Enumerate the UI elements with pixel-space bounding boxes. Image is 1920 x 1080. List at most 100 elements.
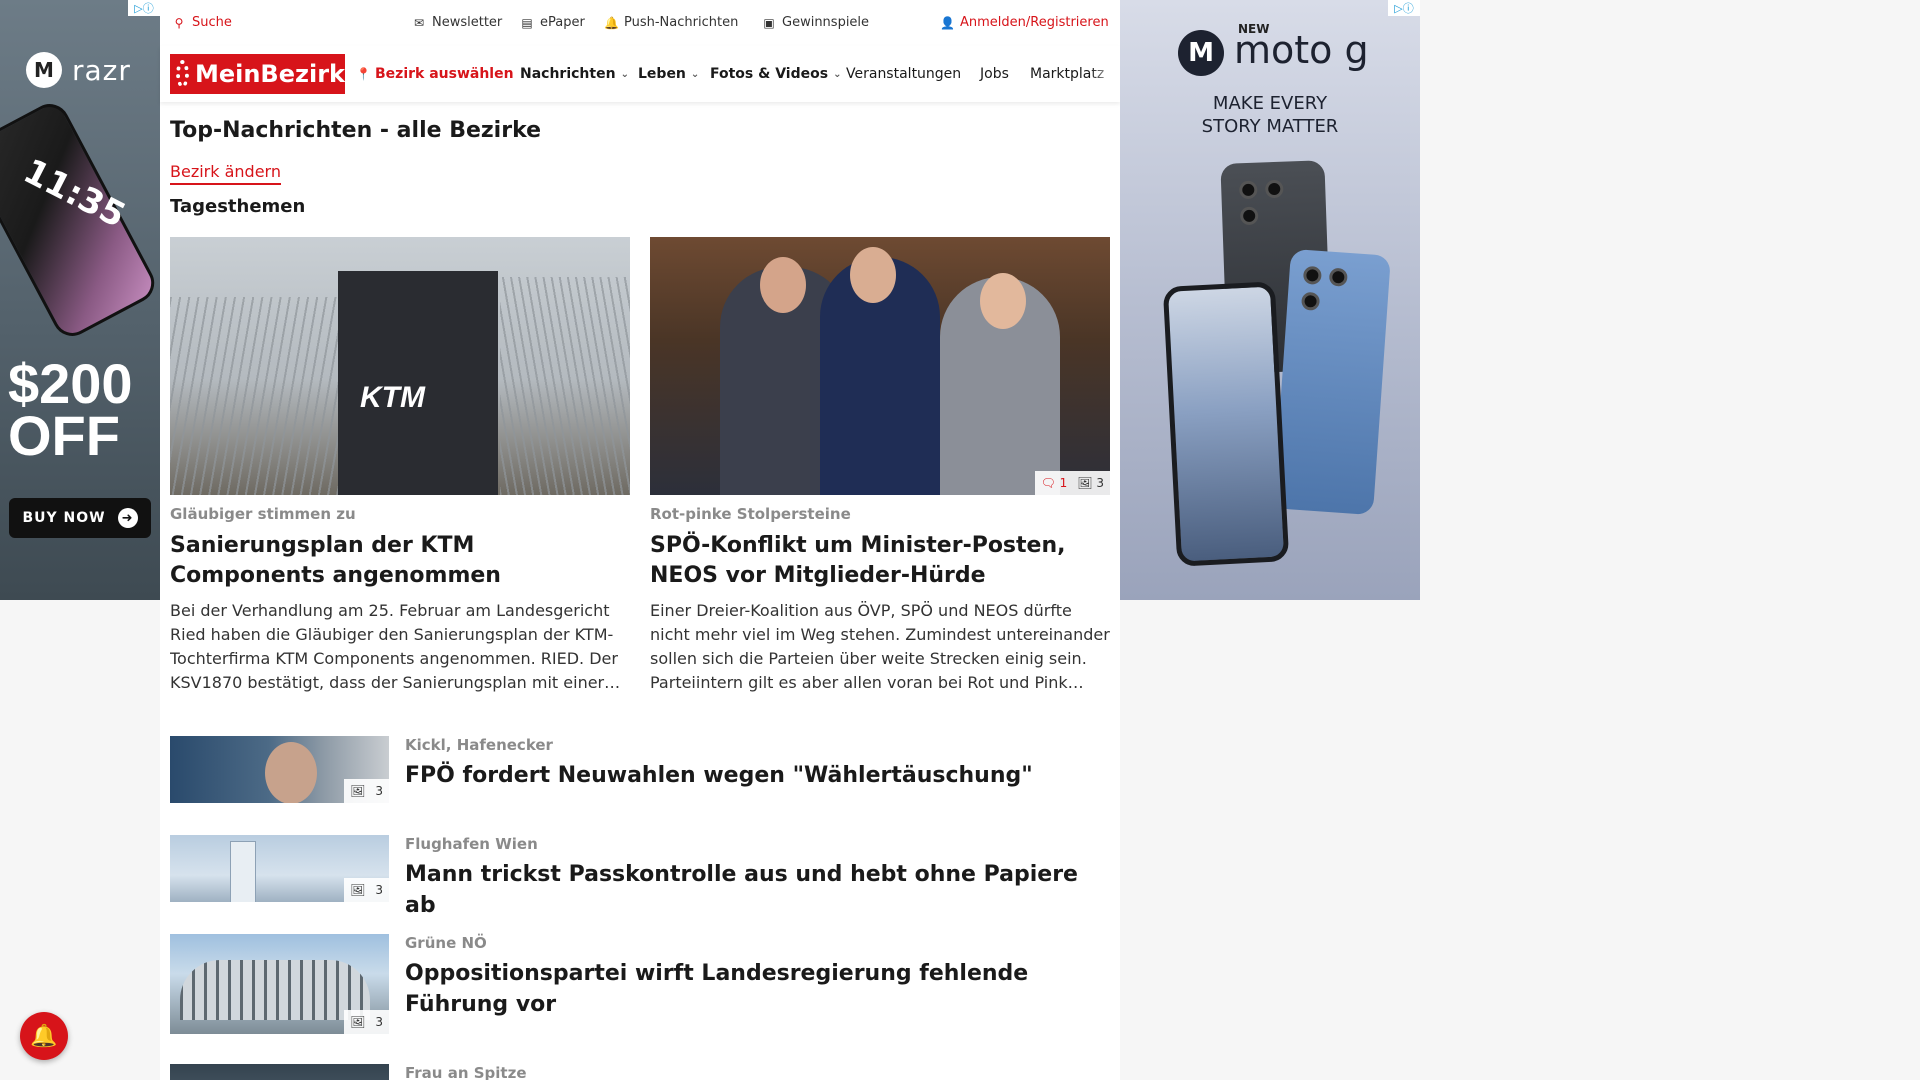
search-icon: ⚲ [174, 15, 184, 30]
camera-icon [1328, 267, 1348, 287]
bezirk-select-button[interactable]: 📍 Bezirk auswählen [356, 66, 514, 82]
newsletter-label: Newsletter [432, 15, 503, 30]
camera-icon [1264, 179, 1284, 199]
media-badge: 🖼 3 [344, 779, 389, 803]
article-card[interactable]: 🗨 1 🖼 3 Rot-pinke Stolpersteine SPÖ-Konf… [650, 237, 1110, 695]
adchoices-icon[interactable]: ▷ⓘ [128, 0, 160, 16]
article-teaser: Einer Dreier-Koalition aus ÖVP, SPÖ und … [650, 601, 1110, 692]
gewinnspiele-label: Gewinnspiele [782, 15, 870, 30]
chevron-down-icon: ⌄ [833, 68, 842, 80]
bezirk-select-label: Bezirk auswählen [375, 66, 514, 82]
ad-tagline-line: STORY MATTER [1201, 116, 1339, 137]
nav-item-jobs[interactable]: Jobs [980, 66, 1009, 82]
ad-phone-image [1273, 248, 1391, 516]
epaper-label: ePaper [540, 15, 585, 30]
image-icon: 🖼 [350, 784, 366, 798]
newspaper-icon: ▤ [521, 15, 533, 30]
push-notifications-link[interactable]: 🔔 Push-Nachrichten [604, 15, 738, 30]
newsletter-link[interactable]: ✉ Newsletter [412, 15, 502, 30]
list-thumbnail[interactable]: 🖼 3 [170, 934, 389, 1034]
chevron-down-icon: ⌄ [620, 68, 629, 80]
list-kicker: Grüne NÖ [405, 934, 487, 952]
media-badge: 🖼 3 [344, 878, 389, 902]
ad-brand-name: moto g [1234, 28, 1369, 72]
photo-count-value: 3 [375, 784, 383, 798]
list-thumbnail[interactable]: 🖼 3 [170, 736, 389, 803]
ad-phone-image [1162, 281, 1290, 567]
list-meta: Frau an Spitze [405, 1064, 1105, 1080]
camera-icon [1239, 206, 1259, 226]
nav-item-label: Fotos & Videos [710, 66, 829, 82]
login-link[interactable]: 👤 Anmelden/Registrieren [940, 15, 1109, 30]
image-icon: 🖼 [350, 1015, 366, 1029]
list-thumbnail[interactable]: 🖼 3 [170, 835, 389, 902]
section-title: Tagesthemen [170, 196, 306, 217]
image-head [850, 247, 896, 303]
search-label: Suche [192, 15, 232, 30]
nav-fade [1090, 46, 1120, 102]
list-thumbnail[interactable] [170, 1064, 389, 1080]
nav-item-label: Nachrichten [520, 66, 616, 82]
photo-count-value: 3 [375, 883, 383, 897]
list-item[interactable]: Frau an Spitze [170, 1064, 1110, 1080]
motorola-logo-icon: M [26, 52, 62, 88]
ad-right-moto[interactable]: ▷ⓘ NEW M moto g MAKE EVERY STORY MATTER [1120, 0, 1420, 600]
nav-item-nachrichten[interactable]: Nachrichten ⌄ [520, 66, 629, 82]
comment-icon: 🗨 [1040, 476, 1056, 490]
ad-buy-now-label: BUY NOW [22, 510, 106, 526]
epaper-link[interactable]: ▤ ePaper [520, 15, 585, 30]
media-badge: 🗨 1 🖼 3 [1034, 471, 1110, 495]
nav-item-label: Leben [638, 66, 686, 82]
list-kicker: Flughafen Wien [405, 835, 538, 853]
image-trees [500, 277, 630, 495]
ad-left-razr[interactable]: ▷ⓘ M razr 11:35 $200 OFF BUY NOW ➜ [0, 0, 160, 600]
list-kicker: Kickl, Hafenecker [405, 736, 553, 754]
ad-price-amount: $200 [8, 352, 133, 415]
gift-icon: ▣ [763, 15, 775, 30]
list-item[interactable]: 🖼 3 Kickl, Hafenecker FPÖ fordert Neuwah… [170, 736, 1110, 806]
article-kicker: Rot-pinke Stolpersteine [650, 505, 851, 523]
list-item[interactable]: 🖼 3 Flughafen Wien Mann trickst Passkont… [170, 835, 1110, 918]
notification-bell-button[interactable]: 🔔 [20, 1012, 68, 1060]
camera-icon [1238, 180, 1258, 200]
logo-text: MeinBezirk [194, 60, 345, 88]
image-building: KTM [338, 271, 498, 495]
ad-phone-image: 11:35 [0, 97, 160, 343]
adchoices-icon[interactable]: ▷ⓘ [1388, 0, 1420, 16]
article-image[interactable]: 🗨 1 🖼 3 [650, 237, 1110, 495]
ktm-logo: KTM [360, 381, 425, 414]
list-meta: Grüne NÖ Oppositionspartei wirft Landesr… [405, 934, 1105, 1020]
main-content: ⚲ Suche ✉ Newsletter ▤ ePaper 🔔 Push-Nac… [160, 0, 1120, 1080]
camera-icon [1302, 265, 1322, 285]
chevron-down-icon: ⌄ [690, 68, 700, 80]
search-link[interactable]: ⚲ Suche [172, 15, 232, 30]
ad-price-off: OFF [8, 404, 120, 467]
nav-item-veranstaltungen[interactable]: Veranstaltungen [846, 66, 961, 82]
ad-phone-time: 11:35 [17, 151, 132, 237]
nav-item-leben[interactable]: Leben ⌄ [638, 66, 699, 82]
image-face [265, 742, 317, 803]
meinbezirk-logo[interactable]: MeinBezirk [170, 54, 345, 94]
list-item[interactable]: 🖼 3 Grüne NÖ Oppositionspartei wirft Lan… [170, 934, 1110, 1034]
camera-icon [1300, 291, 1321, 311]
page-title: Top-Nachrichten - alle Bezirke [170, 118, 542, 143]
ad-price: $200 OFF [8, 352, 133, 467]
list-meta: Flughafen Wien Mann trickst Passkontroll… [405, 835, 1105, 921]
article-card[interactable]: KTM Gläubiger stimmen zu Sanierungsplan … [170, 237, 630, 695]
article-headline[interactable]: SPÖ-Konflikt um Minister-Posten, NEOS vo… [650, 531, 1110, 591]
article-image[interactable]: KTM [170, 237, 630, 495]
list-headline[interactable]: FPÖ fordert Neuwahlen wegen "Wählertäusc… [405, 760, 1105, 791]
photo-count: 🖼 3 [1077, 476, 1104, 490]
image-icon: 🖼 [1077, 476, 1093, 490]
nav-item-fotos-videos[interactable]: Fotos & Videos ⌄ [710, 66, 841, 82]
photo-count-value: 3 [1096, 476, 1104, 490]
media-badge: 🖼 3 [344, 1010, 389, 1034]
gewinnspiele-link[interactable]: ▣ Gewinnspiele [762, 15, 869, 30]
list-headline[interactable]: Mann trickst Passkontrolle aus und hebt … [405, 859, 1105, 921]
change-bezirk-link[interactable]: Bezirk ändern [170, 162, 281, 185]
location-pin-icon: 📍 [356, 67, 371, 81]
article-kicker: Gläubiger stimmen zu [170, 505, 356, 523]
article-headline[interactable]: Sanierungsplan der KTM Components angeno… [170, 531, 630, 591]
ad-buy-now-button[interactable]: BUY NOW ➜ [9, 498, 151, 538]
list-headline[interactable]: Oppositionspartei wirft Landesregierung … [405, 958, 1105, 1020]
